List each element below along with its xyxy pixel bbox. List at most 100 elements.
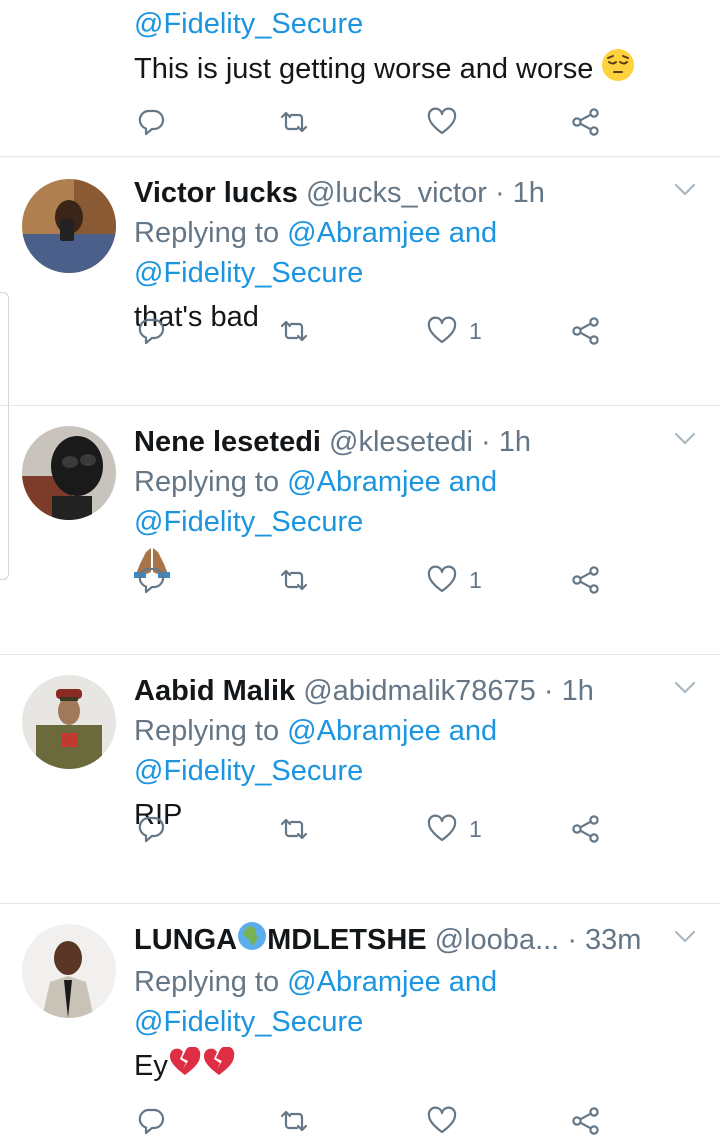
- replying-to: Replying to @Abramjee and: [134, 711, 680, 751]
- retweet-icon: [279, 316, 309, 346]
- retweet-icon: [279, 1106, 309, 1136]
- broken-heart-icon: [168, 1045, 202, 1088]
- tweet-actions: 1: [134, 563, 614, 597]
- like-count: 1: [469, 815, 482, 842]
- heart-icon: [427, 565, 457, 595]
- user-handle[interactable]: @abidmalik78675: [303, 675, 536, 707]
- timestamp[interactable]: · 1h: [544, 675, 594, 707]
- reply-tweet[interactable]: Aabid Malik @abidmalik78675 · 1h Replyin…: [0, 655, 720, 904]
- like-count: 1: [469, 317, 482, 344]
- user-handle[interactable]: @looba...: [435, 924, 560, 956]
- reply-tweet[interactable]: LUNGA MDLETSHE @looba... · 33m Replying t…: [0, 904, 720, 1124]
- display-name[interactable]: Nene lesetedi: [134, 426, 321, 458]
- timestamp[interactable]: · 1h: [495, 177, 545, 209]
- share-icon: [571, 565, 601, 595]
- reply-icon: [136, 565, 166, 595]
- share-icon: [571, 1106, 601, 1136]
- user-handle[interactable]: @klesetedi: [329, 426, 473, 458]
- mention-link[interactable]: @Fidelity_Secure: [134, 4, 680, 44]
- reply-tweet[interactable]: Victor lucks @lucks_victor · 1h Replying…: [0, 157, 720, 406]
- avatar[interactable]: [22, 924, 116, 1018]
- user-handle[interactable]: @lucks_victor: [306, 177, 487, 209]
- tweet-text: Ey: [134, 1045, 680, 1088]
- retweet-button[interactable]: [279, 563, 309, 597]
- retweet-button[interactable]: [279, 812, 309, 846]
- retweet-icon: [279, 107, 309, 137]
- replying-to: Replying to @Abramjee and: [134, 213, 680, 253]
- retweet-button[interactable]: [279, 105, 309, 139]
- tweet-actions: 1: [134, 812, 614, 846]
- tweet-header: Aabid Malik @abidmalik78675 · 1h: [134, 671, 680, 711]
- replying-prefix: Replying to: [134, 217, 280, 249]
- like-button[interactable]: [427, 1104, 457, 1138]
- retweet-icon: [279, 565, 309, 595]
- heart-icon: [427, 107, 457, 137]
- heart-icon: [427, 814, 457, 844]
- display-name-part: MDLETSHE: [267, 924, 427, 956]
- tweet-header: Victor lucks @lucks_victor · 1h: [134, 173, 680, 213]
- pensive-face-icon: [601, 48, 635, 93]
- mention-link[interactable]: @Abramjee and: [287, 217, 497, 249]
- display-name[interactable]: Aabid Malik: [134, 675, 295, 707]
- replying-to: Replying to @Abramjee and: [134, 462, 680, 502]
- heart-icon: [427, 1106, 457, 1136]
- replying-prefix: Replying to: [134, 715, 280, 747]
- share-button[interactable]: [571, 812, 601, 846]
- mention-link[interactable]: @Abramjee and: [287, 715, 497, 747]
- tweet-actions: [134, 1104, 614, 1138]
- display-name[interactable]: Victor lucks: [134, 177, 298, 209]
- mention-link[interactable]: @Abramjee and: [287, 466, 497, 498]
- avatar[interactable]: [22, 426, 116, 520]
- avatar[interactable]: [22, 675, 116, 769]
- like-button[interactable]: 1: [427, 563, 482, 597]
- like-button[interactable]: 1: [427, 314, 482, 348]
- display-name[interactable]: LUNGA MDLETSHE: [134, 921, 427, 956]
- reply-icon: [136, 107, 166, 137]
- mention-link[interactable]: @Fidelity_Secure: [134, 751, 680, 791]
- broken-heart-icon: [202, 1045, 236, 1088]
- tweet-header: Nene lesetedi @klesetedi · 1h: [134, 422, 680, 462]
- tweet-actions: 1: [134, 314, 614, 348]
- reply-button[interactable]: [136, 105, 166, 139]
- retweet-icon: [279, 814, 309, 844]
- mention-link[interactable]: @Fidelity_Secure: [134, 253, 680, 293]
- tweet-partial[interactable]: @Fidelity_Secure This is just getting wo…: [0, 0, 720, 157]
- tweet-text-content: Ey: [134, 1049, 168, 1082]
- mention-link[interactable]: @Fidelity_Secure: [134, 502, 680, 542]
- replying-to: Replying to @Abramjee and: [134, 962, 680, 1002]
- reply-button[interactable]: [136, 1104, 166, 1138]
- share-button[interactable]: [571, 1104, 601, 1138]
- reply-button[interactable]: [136, 314, 166, 348]
- retweet-button[interactable]: [279, 1104, 309, 1138]
- retweet-button[interactable]: [279, 314, 309, 348]
- tweet-text: This is just getting worse and worse: [134, 48, 680, 93]
- like-button[interactable]: 1: [427, 812, 482, 846]
- mention-link[interactable]: @Abramjee and: [287, 966, 497, 998]
- replying-prefix: Replying to: [134, 466, 280, 498]
- reply-icon: [136, 814, 166, 844]
- tweet-header: LUNGA MDLETSHE @looba... · 33m: [134, 920, 680, 962]
- timestamp[interactable]: · 1h: [481, 426, 531, 458]
- share-icon: [571, 107, 601, 137]
- share-button[interactable]: [571, 314, 601, 348]
- share-icon: [571, 316, 601, 346]
- reply-icon: [136, 1106, 166, 1136]
- tweet-text-content: This is just getting worse and worse: [134, 53, 594, 86]
- like-button[interactable]: [427, 105, 457, 139]
- avatar[interactable]: [22, 179, 116, 273]
- reply-button[interactable]: [136, 812, 166, 846]
- heart-icon: [427, 316, 457, 346]
- globe-africa-icon: [237, 921, 267, 962]
- mention-link[interactable]: @Fidelity_Secure: [134, 1002, 680, 1042]
- tweet-actions: [134, 105, 614, 139]
- reply-icon: [136, 316, 166, 346]
- replying-prefix: Replying to: [134, 965, 280, 998]
- share-button[interactable]: [571, 563, 601, 597]
- reply-button[interactable]: [136, 563, 166, 597]
- share-icon: [571, 814, 601, 844]
- share-button[interactable]: [571, 105, 601, 139]
- display-name-part: LUNGA: [134, 924, 238, 956]
- reply-tweet[interactable]: Nene lesetedi @klesetedi · 1h Replying t…: [0, 406, 720, 655]
- timestamp[interactable]: · 33m: [567, 924, 641, 956]
- like-count: 1: [469, 566, 482, 593]
